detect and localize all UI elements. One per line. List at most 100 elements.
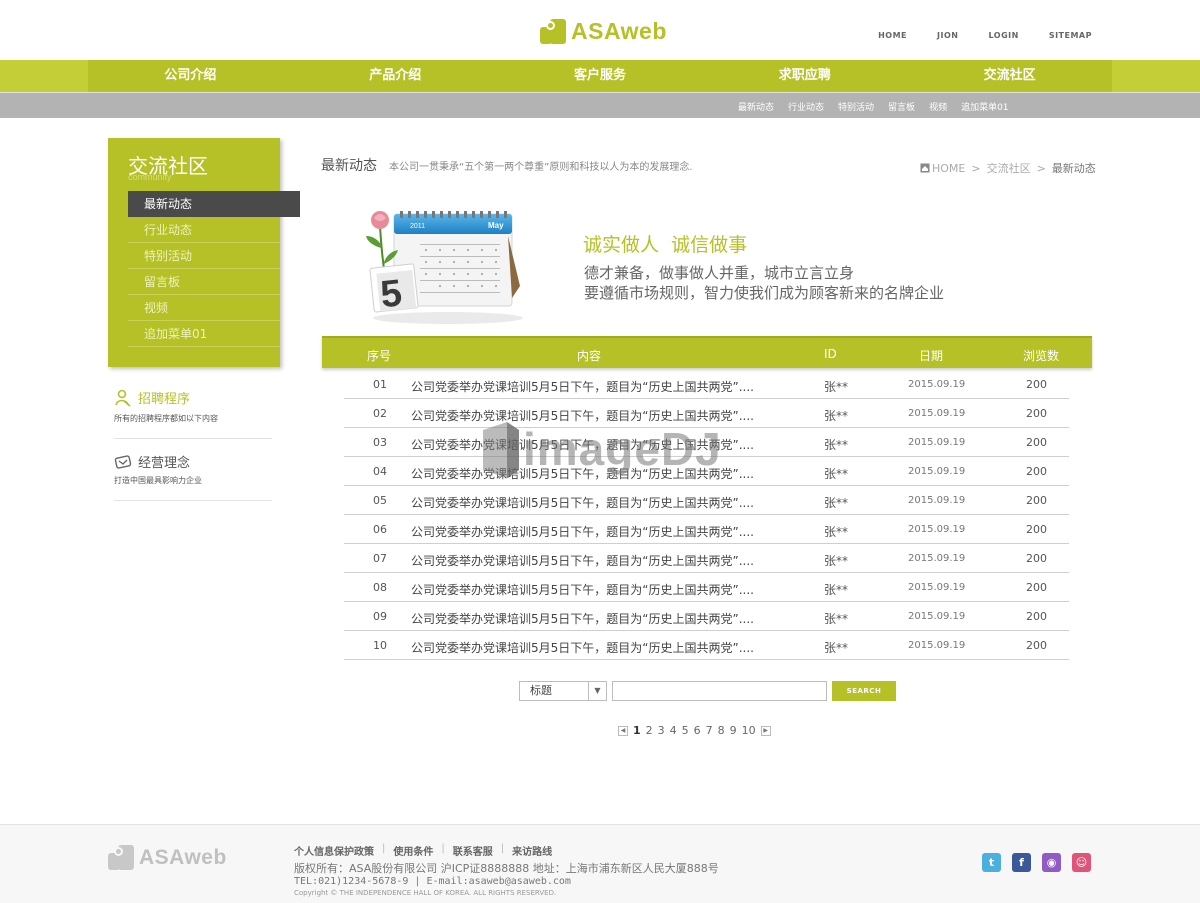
row-views: 200 (1026, 436, 1047, 449)
top-link-login[interactable]: LOGIN (988, 31, 1018, 40)
sidebar-item-extra[interactable]: 追加菜单01 (128, 321, 280, 347)
nav-item-community[interactable]: 交流社区 (907, 60, 1112, 92)
row-views: 200 (1026, 639, 1047, 652)
row-no: 10 (373, 639, 387, 652)
row-content[interactable]: 公司党委举办党课培训5月5日下午，题目为“历史上国共两党”.... (411, 378, 754, 395)
col-header-id[interactable]: ID (824, 347, 837, 361)
col-header-date[interactable]: 日期 (919, 347, 943, 364)
home-icon (920, 163, 930, 173)
top-link-home[interactable]: HOME (878, 31, 907, 40)
top-links: HOME JION LOGIN SITEMAP (878, 31, 1092, 40)
search-input[interactable] (612, 681, 827, 701)
social-icon[interactable]: ☺ (1072, 853, 1091, 872)
site-logo[interactable]: ASAweb (540, 18, 667, 45)
row-content[interactable]: 公司党委举办党课培训5月5日下午，题目为“历史上国共两党”.... (411, 639, 754, 656)
col-header-content[interactable]: 内容 (577, 347, 601, 364)
row-content[interactable]: 公司党委举办党课培训5月5日下午，题目为“历史上国共两党”.... (411, 494, 754, 511)
sidebar-item-guestbook[interactable]: 留言板 (128, 269, 280, 295)
search-field-select[interactable]: 标题 ▼ (519, 681, 607, 701)
row-id: 张** (824, 554, 849, 568)
page-number[interactable]: 9 (730, 724, 737, 737)
blog-icon[interactable]: ◉ (1042, 853, 1061, 872)
row-content[interactable]: 公司党委举办党课培训5月5日下午，题目为“历史上国共两党”.... (411, 523, 754, 540)
table-body: 01 公司党委举办党课培训5月5日下午，题目为“历史上国共两党”.... 张** 20… (344, 370, 1069, 660)
page-number[interactable]: 5 (682, 724, 689, 737)
row-content[interactable]: 公司党委举办党课培训5月5日下午，题目为“历史上国共两党”.... (411, 552, 754, 569)
sidebar-item-video[interactable]: 视频 (128, 295, 280, 321)
sub-nav-item[interactable]: 最新动态 (738, 100, 774, 113)
nav-item-products[interactable]: 产品介绍 (293, 60, 498, 92)
row-date: 2015.09.19 (908, 640, 966, 651)
logo-text: ASAweb (571, 18, 667, 44)
row-views: 200 (1026, 378, 1047, 391)
table-row[interactable]: 07 公司党委举办党课培训5月5日下午，题目为“历史上国共两党”.... 张** 20… (344, 544, 1069, 573)
footer-logo[interactable]: ASAweb (108, 845, 227, 870)
nav-item-service[interactable]: 客户服务 (498, 60, 703, 92)
row-id: 张** (824, 583, 849, 597)
col-header-views[interactable]: 浏览数 (1023, 347, 1059, 364)
footer-link-privacy[interactable]: 个人信息保护政策 (294, 843, 374, 858)
table-row[interactable]: 06 公司党委举办党课培训5月5日下午，题目为“历史上国共两党”.... 张** 20… (344, 515, 1069, 544)
footer-link-support[interactable]: 联系客服 (453, 843, 493, 858)
calendar-year: 2011 (410, 223, 425, 230)
col-header-no[interactable]: 序号 (367, 347, 391, 364)
philosophy-heading: 经营理念 (114, 452, 272, 471)
table-row[interactable]: 01 公司党委举办党课培训5月5日下午，题目为“历史上国共两党”.... 张** 20… (344, 370, 1069, 399)
sidebar-item-latest[interactable]: 最新动态 (128, 191, 300, 217)
sub-nav-item[interactable]: 行业动态 (788, 100, 824, 113)
footer-rights: Copyright © THE INDEPENDENCE HALL OF KOR… (294, 889, 557, 897)
page-number[interactable]: 8 (718, 724, 725, 737)
row-no: 07 (373, 552, 387, 565)
sub-nav-item[interactable]: 追加菜单01 (961, 100, 1008, 113)
row-content[interactable]: 公司党委举办党课培训5月5日下午，题目为“历史上国共两党”.... (411, 610, 754, 627)
sub-nav-item[interactable]: 视频 (929, 100, 947, 113)
row-views: 200 (1026, 581, 1047, 594)
sidebar-item-events[interactable]: 特别活动 (128, 243, 280, 269)
prev-page-icon[interactable]: ◀ (618, 725, 628, 736)
banner-slogan-title: 诚实做人 诚信做事 (583, 234, 748, 256)
page-number[interactable]: 1 (633, 724, 641, 737)
footer-copyright: 版权所有：ASA股份有限公司 沪ICP证8888888 地址：上海市浦东新区人民… (294, 862, 719, 875)
pagination: ◀ 1 2 3 4 5 6 7 8 9 10 ▶ (618, 724, 771, 737)
recruit-desc: 所有的招聘程序都如以下内容 (114, 414, 218, 423)
table-row[interactable]: 05 公司党委举办党课培训5月5日下午，题目为“历史上国共两党”.... 张** 20… (344, 486, 1069, 515)
sub-nav-item[interactable]: 特别活动 (838, 100, 874, 113)
watermark-logo-icon (483, 422, 519, 478)
top-link-sitemap[interactable]: SITEMAP (1049, 31, 1092, 40)
page-number[interactable]: 2 (646, 724, 653, 737)
sub-nav-item[interactable]: 留言板 (888, 100, 915, 113)
table-row[interactable]: 08 公司党委举办党课培训5月5日下午，题目为“历史上国共两党”.... 张** 20… (344, 573, 1069, 602)
table-row[interactable]: 10 公司党委举办党课培训5月5日下午，题目为“历史上国共两党”.... 张** 20… (344, 631, 1069, 660)
banner-slogan-text: 德才兼备，做事做人并重，城市立言立身 要遵循市场规则，智力使我们成为顾客新来的名… (584, 263, 944, 303)
page-number[interactable]: 7 (706, 724, 713, 737)
row-content[interactable]: 公司党委举办党课培训5月5日下午，题目为“历史上国共两党”.... (411, 581, 754, 598)
page-number[interactable]: 6 (694, 724, 701, 737)
recruit-section[interactable]: 招聘程序 所有的招聘程序都如以下内容 (114, 388, 272, 439)
breadcrumb-home[interactable]: HOME (932, 162, 965, 175)
sidebar-item-industry[interactable]: 行业动态 (128, 217, 280, 243)
logo-mark-icon (540, 19, 566, 44)
row-id: 张** (824, 409, 849, 423)
footer-logo-text: ASAweb (139, 845, 227, 869)
breadcrumb-community[interactable]: 交流社区 (987, 160, 1031, 176)
main-nav-inner: 公司介绍 产品介绍 客户服务 求职应聘 交流社区 (88, 60, 1112, 92)
next-page-icon[interactable]: ▶ (760, 725, 771, 736)
page-title: 最新动态 (321, 158, 377, 174)
nav-item-company[interactable]: 公司介绍 (88, 60, 293, 92)
footer-link-directions[interactable]: 来访路线 (512, 843, 552, 858)
page-number[interactable]: 10 (742, 724, 756, 737)
chevron-down-icon[interactable]: ▼ (588, 682, 606, 700)
philosophy-section[interactable]: 经营理念 打造中国最具影响力企业 (114, 452, 272, 501)
watermark-text: imageDJ (523, 423, 722, 475)
footer-link-terms[interactable]: 使用条件 (393, 843, 433, 858)
top-link-join[interactable]: JION (937, 31, 958, 40)
breadcrumb-current: 最新动态 (1051, 162, 1096, 175)
nav-item-jobs[interactable]: 求职应聘 (702, 60, 907, 92)
facebook-icon[interactable]: f (1012, 853, 1031, 872)
twitter-icon[interactable]: t (982, 853, 1001, 872)
divider (114, 500, 272, 501)
table-row[interactable]: 09 公司党委举办党课培训5月5日下午，题目为“历史上国共两党”.... 张** 20… (344, 602, 1069, 631)
search-button[interactable]: SEARCH (832, 681, 896, 701)
page-number[interactable]: 4 (670, 724, 677, 737)
page-number[interactable]: 3 (658, 724, 665, 737)
